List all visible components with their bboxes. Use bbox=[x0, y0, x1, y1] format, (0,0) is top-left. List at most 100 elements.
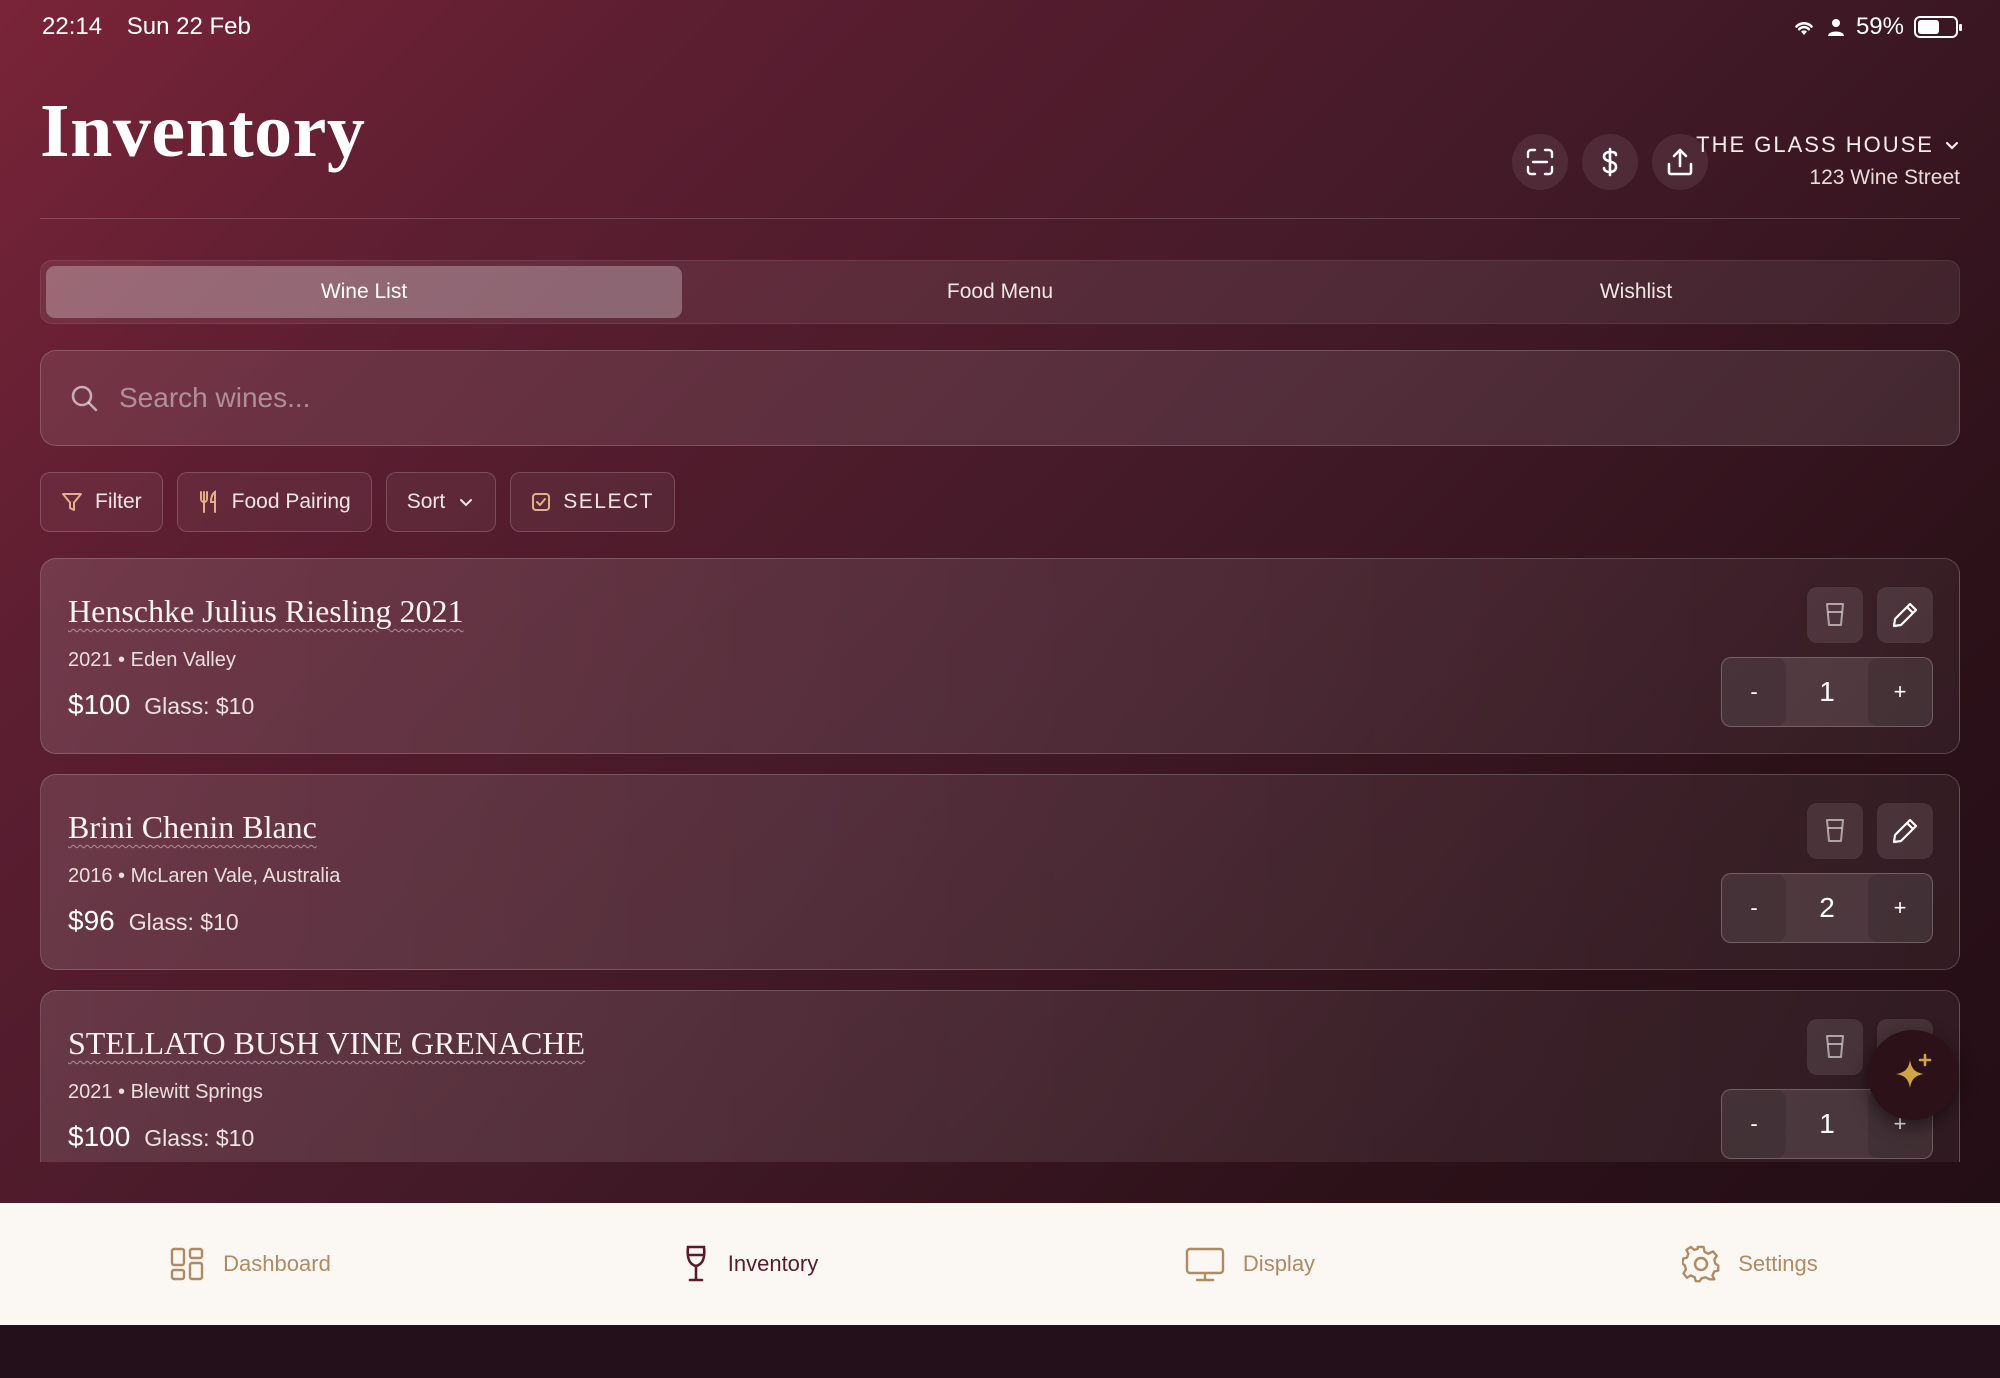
wine-glass-icon bbox=[686, 1245, 706, 1282]
person-icon bbox=[1827, 19, 1844, 36]
food-pairing-button[interactable]: Food Pairing bbox=[176, 472, 372, 532]
scan-button[interactable] bbox=[1512, 134, 1568, 190]
quantity-value: 1 bbox=[1819, 1108, 1835, 1139]
filter-button[interactable]: Filter bbox=[40, 472, 163, 532]
glass-icon bbox=[1826, 819, 1844, 842]
by-glass-button[interactable] bbox=[1807, 803, 1863, 859]
funnel-icon bbox=[62, 493, 82, 511]
status-left: 22:14 Sun 22 Feb bbox=[42, 13, 269, 41]
ai-assistant-button[interactable] bbox=[1868, 1030, 1958, 1120]
search-icon bbox=[71, 385, 98, 412]
bottle-price: $100 bbox=[68, 689, 131, 720]
header-divider bbox=[40, 218, 1960, 219]
nav-label: Settings bbox=[1738, 1251, 1818, 1276]
glass-icon bbox=[1826, 1035, 1844, 1058]
scan-icon bbox=[1526, 148, 1554, 176]
edit-button[interactable] bbox=[1877, 803, 1933, 859]
quantity-stepper: - 1 + bbox=[1721, 657, 1933, 727]
wine-name[interactable]: Henschke Julius Riesling 2021 bbox=[68, 593, 464, 630]
wine-price-row: $100 Glass: $10 bbox=[68, 1121, 254, 1153]
venue-address: 123 Wine Street bbox=[1809, 166, 1960, 189]
edit-button[interactable] bbox=[1877, 587, 1933, 643]
card-actions bbox=[1807, 587, 1933, 643]
select-button[interactable]: SELECT bbox=[510, 472, 675, 532]
glass-price: Glass: $10 bbox=[144, 693, 255, 719]
food-pairing-label: Food Pairing bbox=[231, 490, 351, 513]
glass-price: Glass: $10 bbox=[144, 1125, 255, 1151]
pencil-icon bbox=[1892, 818, 1918, 844]
status-bar: 22:14 Sun 22 Feb 59% bbox=[42, 10, 1962, 44]
nav-label: Inventory bbox=[727, 1251, 819, 1276]
nav-label: Dashboard bbox=[223, 1251, 331, 1276]
by-glass-button[interactable] bbox=[1807, 1019, 1863, 1075]
pencil-icon bbox=[1892, 602, 1918, 628]
segment-tabs: Wine List Food Menu Wishlist bbox=[40, 260, 1960, 324]
wine-list: Henschke Julius Riesling 2021 2021 • Ede… bbox=[40, 558, 1960, 1162]
filter-bar: Filter Food Pairing Sort SELECT bbox=[40, 472, 675, 532]
wine-price-row: $100 Glass: $10 bbox=[68, 689, 254, 721]
card-actions bbox=[1807, 803, 1933, 859]
page-title: Inventory bbox=[40, 89, 366, 173]
wine-card[interactable]: Brini Chenin Blanc 2016 • McLaren Vale, … bbox=[40, 774, 1960, 970]
nav-display[interactable]: Display bbox=[1000, 1203, 1500, 1325]
utensils-icon bbox=[199, 490, 216, 513]
dollar-icon bbox=[1602, 147, 1618, 177]
quantity-stepper: - 2 + bbox=[1721, 873, 1933, 943]
tab-wishlist[interactable]: Wishlist bbox=[1318, 266, 1954, 318]
wine-card[interactable]: STELLATO BUSH VINE GRENACHE 2021 • Blewi… bbox=[40, 990, 1960, 1162]
header-actions bbox=[1512, 134, 1708, 190]
wine-price-row: $96 Glass: $10 bbox=[68, 905, 239, 937]
pricing-button[interactable] bbox=[1582, 134, 1638, 190]
nav-settings[interactable]: Settings bbox=[1500, 1203, 2000, 1325]
chevron-down-icon bbox=[1945, 141, 1959, 150]
glass-price: Glass: $10 bbox=[128, 909, 239, 935]
venue-name: THE GLASS HOUSE bbox=[1696, 132, 1934, 157]
home-indicator-area bbox=[0, 1325, 2000, 1378]
wifi-icon bbox=[1795, 22, 1813, 35]
decrement-button[interactable]: - bbox=[1722, 874, 1786, 942]
wine-meta: 2016 • McLaren Vale, Australia bbox=[68, 865, 341, 887]
increment-button[interactable]: + bbox=[1868, 658, 1932, 726]
wine-name[interactable]: STELLATO BUSH VINE GRENACHE bbox=[68, 1025, 585, 1062]
filter-label: Filter bbox=[95, 490, 142, 513]
venue-selector[interactable]: THE GLASS HOUSE 123 Wine Street bbox=[1696, 132, 1960, 190]
checkbox-icon bbox=[532, 493, 551, 511]
bottom-nav: Dashboard Inventory Display Settings bbox=[0, 1203, 2000, 1325]
nav-dashboard[interactable]: Dashboard bbox=[0, 1203, 500, 1325]
grid-icon bbox=[170, 1247, 204, 1281]
monitor-icon bbox=[1185, 1247, 1225, 1282]
quantity-value: 1 bbox=[1819, 676, 1835, 707]
by-glass-button[interactable] bbox=[1807, 587, 1863, 643]
nav-inventory[interactable]: Inventory bbox=[500, 1203, 1000, 1325]
tab-food-menu[interactable]: Food Menu bbox=[682, 266, 1318, 318]
wine-meta: 2021 • Eden Valley bbox=[68, 649, 236, 671]
decrement-button[interactable]: - bbox=[1722, 658, 1786, 726]
glass-icon bbox=[1826, 603, 1844, 626]
gear-icon bbox=[1682, 1245, 1720, 1283]
bottle-price: $100 bbox=[68, 1121, 131, 1152]
sort-button[interactable]: Sort bbox=[385, 472, 497, 532]
status-time: 22:14 bbox=[42, 13, 103, 40]
chevron-down-icon bbox=[460, 499, 473, 507]
search-bar bbox=[40, 350, 1960, 446]
nav-label: Display bbox=[1242, 1251, 1316, 1276]
battery-percent: 59% bbox=[1855, 13, 1904, 40]
wine-name[interactable]: Brini Chenin Blanc bbox=[68, 809, 317, 846]
decrement-button[interactable]: - bbox=[1722, 1090, 1786, 1158]
wine-meta: 2021 • Blewitt Springs bbox=[68, 1081, 263, 1103]
venue-name-row: THE GLASS HOUSE bbox=[1696, 132, 1960, 158]
select-label: SELECT bbox=[563, 490, 654, 513]
upload-icon bbox=[1667, 148, 1693, 176]
quantity-value: 2 bbox=[1819, 892, 1835, 923]
app-screen: 22:14 Sun 22 Feb 59% Inventory THE GLASS… bbox=[0, 0, 2000, 1203]
battery-icon bbox=[1914, 16, 1962, 38]
status-date: Sun 22 Feb bbox=[126, 13, 251, 40]
status-right: 59% bbox=[1792, 13, 1962, 41]
sparkles-icon bbox=[1896, 1053, 1932, 1088]
search-input[interactable] bbox=[119, 382, 1819, 414]
sort-label: Sort bbox=[406, 490, 446, 513]
tab-wine-list[interactable]: Wine List bbox=[46, 266, 682, 318]
wine-card[interactable]: Henschke Julius Riesling 2021 2021 • Ede… bbox=[40, 558, 1960, 754]
bottle-price: $96 bbox=[68, 905, 115, 936]
increment-button[interactable]: + bbox=[1868, 874, 1932, 942]
